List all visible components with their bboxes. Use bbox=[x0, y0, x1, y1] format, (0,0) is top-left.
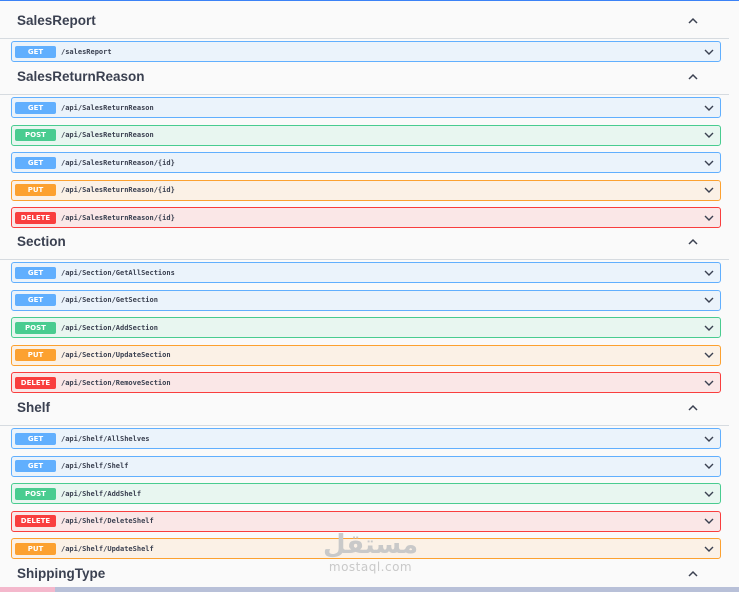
method-badge: GET bbox=[15, 460, 56, 473]
operation-row[interactable]: GET/api/SalesReturnReason bbox=[11, 97, 721, 118]
method-badge: GET bbox=[15, 45, 56, 58]
method-badge: GET bbox=[15, 294, 56, 307]
chevron-down-icon[interactable] bbox=[703, 461, 715, 471]
chevron-down-icon[interactable] bbox=[703, 434, 715, 444]
method-badge: PUT bbox=[15, 349, 56, 362]
section-section: Section GET/api/Section/GetAllSections GET… bbox=[0, 224, 739, 394]
operation-row[interactable]: PUT/api/SalesReturnReason/{id} bbox=[11, 179, 721, 201]
chevron-up-icon[interactable] bbox=[687, 402, 699, 414]
chevron-down-icon[interactable] bbox=[703, 323, 715, 333]
endpoint-path: /api/Section/UpdateSection bbox=[61, 351, 171, 360]
watermark: مستقل mostaql.com bbox=[323, 530, 418, 582]
watermark-arabic: مستقل bbox=[323, 530, 419, 560]
section-title: Section bbox=[17, 234, 66, 249]
top-border bbox=[0, 0, 739, 1]
method-badge: GET bbox=[15, 101, 56, 114]
operation-row[interactable]: GET/api/Section/GetSection bbox=[11, 289, 721, 311]
section-title: SalesReturnReason bbox=[17, 69, 145, 84]
section-title: Shelf bbox=[17, 400, 51, 415]
endpoint-path: /api/Shelf/AllShelves bbox=[61, 434, 150, 443]
endpoint-path: /api/Section/RemoveSection bbox=[61, 378, 171, 387]
operation-row[interactable]: GET/api/Section/GetAllSections bbox=[11, 262, 721, 283]
chevron-down-icon[interactable] bbox=[703, 378, 715, 388]
operation-row[interactable]: PUT/api/Section/UpdateSection bbox=[11, 344, 721, 366]
method-badge: DELETE bbox=[15, 376, 56, 389]
section-title: SalesReport bbox=[17, 13, 96, 28]
chevron-down-icon[interactable] bbox=[703, 268, 715, 278]
section-header[interactable]: Shelf bbox=[0, 390, 729, 426]
method-badge: GET bbox=[15, 266, 56, 279]
operation-row[interactable]: POST/api/SalesReturnReason bbox=[11, 124, 721, 146]
endpoint-path: /api/SalesReturnReason bbox=[61, 103, 154, 112]
bottom-bar bbox=[0, 587, 739, 592]
watermark-latin: mostaql.com bbox=[328, 560, 413, 574]
chevron-up-icon[interactable] bbox=[687, 568, 699, 580]
operation-row[interactable]: GET/api/Shelf/AllShelves bbox=[11, 428, 721, 449]
method-badge: PUT bbox=[15, 184, 56, 197]
endpoint-path: /salesReport bbox=[61, 47, 112, 56]
operation-row[interactable]: DELETE/api/Shelf/DeleteShelf bbox=[11, 510, 721, 532]
chevron-down-icon[interactable] bbox=[703, 158, 715, 168]
method-badge: POST bbox=[15, 487, 56, 500]
operation-row[interactable]: GET/api/Shelf/Shelf bbox=[11, 455, 721, 477]
method-badge: POST bbox=[15, 129, 56, 142]
chevron-down-icon[interactable] bbox=[703, 295, 715, 305]
operation-row[interactable]: POST/api/Section/AddSection bbox=[11, 317, 721, 339]
chevron-down-icon[interactable] bbox=[703, 544, 715, 554]
chevron-down-icon[interactable] bbox=[703, 489, 715, 499]
section-header[interactable]: SalesReturnReason bbox=[0, 59, 729, 95]
chevron-down-icon[interactable] bbox=[703, 350, 715, 360]
endpoint-path: /api/Section/AddSection bbox=[61, 323, 158, 332]
chevron-down-icon[interactable] bbox=[703, 213, 715, 223]
chevron-up-icon[interactable] bbox=[687, 15, 699, 27]
method-badge: GET bbox=[15, 156, 56, 169]
chevron-down-icon[interactable] bbox=[703, 516, 715, 526]
endpoint-path: /api/Shelf/AddShelf bbox=[61, 489, 142, 498]
section-title: ShippingType bbox=[17, 566, 106, 581]
chevron-down-icon[interactable] bbox=[703, 103, 715, 113]
section-salesreport: SalesReport GET/salesReport bbox=[0, 3, 739, 62]
section-header[interactable]: Section bbox=[0, 224, 729, 260]
endpoint-path: /api/SalesReturnReason/{id} bbox=[61, 213, 175, 222]
endpoint-path: /api/SalesReturnReason/{id} bbox=[61, 186, 175, 195]
endpoint-path: /api/SalesReturnReason bbox=[61, 131, 154, 140]
method-badge: DELETE bbox=[15, 211, 56, 224]
endpoint-path: /api/Section/GetSection bbox=[61, 296, 158, 305]
method-badge: GET bbox=[15, 432, 56, 445]
section-salesreturnreason: SalesReturnReason GET/api/SalesReturnReas… bbox=[0, 59, 739, 229]
chevron-down-icon[interactable] bbox=[703, 130, 715, 140]
endpoint-path: /api/Shelf/Shelf bbox=[61, 462, 129, 471]
operation-row[interactable]: GET/api/SalesReturnReason/{id} bbox=[11, 152, 721, 174]
method-badge: POST bbox=[15, 321, 56, 334]
section-header[interactable]: SalesReport bbox=[0, 3, 729, 39]
endpoint-path: /api/Section/GetAllSections bbox=[61, 268, 175, 277]
bottom-bar-segment bbox=[55, 587, 739, 592]
chevron-up-icon[interactable] bbox=[687, 236, 699, 248]
endpoint-path: /api/Shelf/DeleteShelf bbox=[61, 517, 154, 526]
endpoint-path: /api/SalesReturnReason/{id} bbox=[61, 158, 175, 167]
chevron-down-icon[interactable] bbox=[703, 185, 715, 195]
operation-row[interactable]: POST/api/Shelf/AddShelf bbox=[11, 483, 721, 505]
method-badge: DELETE bbox=[15, 515, 56, 528]
chevron-up-icon[interactable] bbox=[687, 71, 699, 83]
chevron-down-icon[interactable] bbox=[703, 47, 715, 57]
method-badge: PUT bbox=[15, 542, 56, 555]
